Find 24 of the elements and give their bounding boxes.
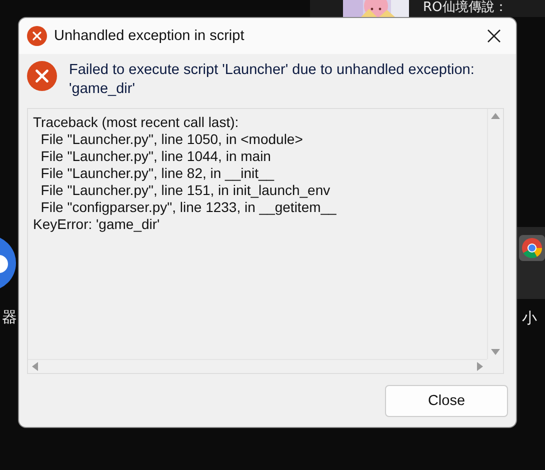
shortcut-label: 小 <box>522 309 537 328</box>
horizontal-scrollbar[interactable] <box>28 359 487 373</box>
traceback-line: File "configparser.py", line 1233, in __getitem__ <box>40 199 338 216</box>
chrome-icon[interactable] <box>519 235 545 261</box>
traceback-line: File "Launcher.py", line 1044, in main <box>40 148 272 165</box>
traceback-line: File "Launcher.py", line 1050, in <module> <box>40 131 304 148</box>
error-icon <box>27 26 47 46</box>
window-title: Unhandled exception in script <box>54 28 246 44</box>
scroll-right-icon[interactable] <box>477 362 483 371</box>
traceback-line: File "Launcher.py", line 151, in init_launch_env <box>40 182 332 199</box>
error-icon <box>27 61 57 91</box>
traceback-line: Traceback (most recent call last): <box>33 114 240 131</box>
scroll-up-icon[interactable] <box>491 113 500 119</box>
traceback-line: File "Launcher.py", line 82, in __init__ <box>40 165 276 182</box>
browser-icon[interactable] <box>0 235 16 291</box>
traceback-line: KeyError: 'game_dir' <box>33 216 161 233</box>
app-title: RO仙境傳說： <box>409 0 545 17</box>
taskbar-panel <box>310 0 343 17</box>
shortcut-label: 器 <box>2 308 17 327</box>
scroll-left-icon[interactable] <box>32 362 38 371</box>
vertical-scrollbar[interactable] <box>487 109 503 359</box>
scroll-down-icon[interactable] <box>491 349 500 355</box>
close-button[interactable]: Close <box>385 384 508 416</box>
error-message: Failed to execute script 'Launcher' due to unhandled exception: 'game_dir' <box>69 61 476 99</box>
